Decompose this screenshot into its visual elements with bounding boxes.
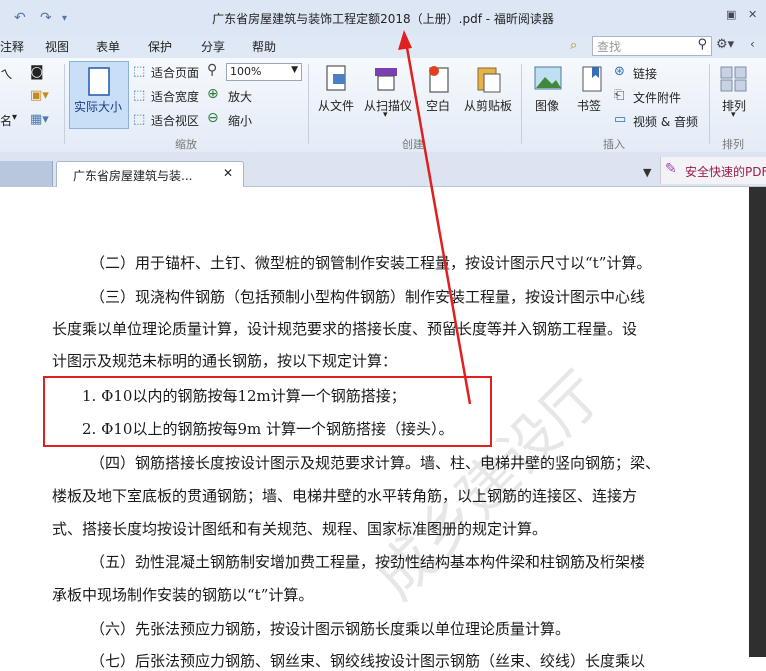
annotation-arrow: [398, 30, 472, 405]
